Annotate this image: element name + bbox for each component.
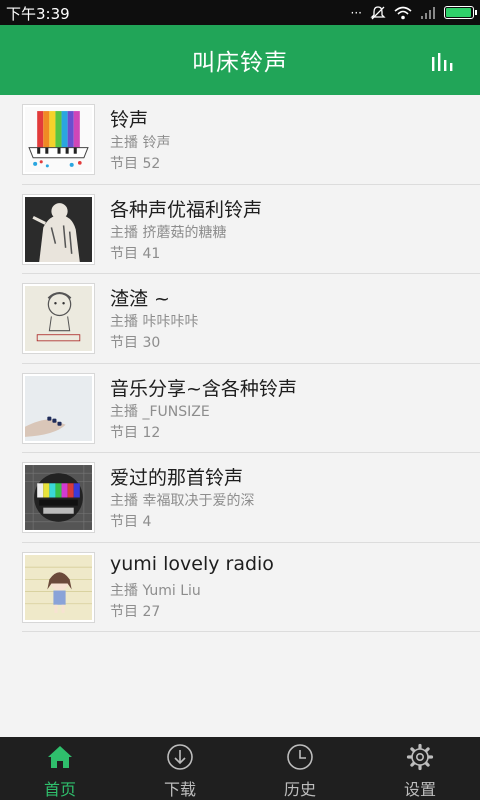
tab-label: 历史	[283, 780, 316, 799]
tv-test-pattern-art	[25, 465, 92, 530]
tab-history[interactable]: 历史	[240, 737, 360, 800]
gear-icon	[406, 743, 434, 771]
thumbnail	[22, 551, 95, 623]
anime-girl-art	[25, 554, 92, 620]
channel-title: 各种声优福利铃声	[110, 198, 263, 221]
download-icon	[167, 744, 193, 770]
channel-title: 铃声	[110, 109, 149, 131]
page-title: 叫床铃声	[192, 50, 288, 76]
tab-label: 设置	[403, 780, 436, 799]
channel-host: 主播 _FUNSIZE	[110, 403, 210, 420]
bottom-tab-bar: 首页 下载 历史 设置	[0, 737, 480, 800]
equalizer-icon[interactable]	[428, 49, 456, 73]
channel-count: 节目 4	[110, 514, 152, 530]
tab-download[interactable]: 下载	[120, 737, 240, 800]
home-icon	[48, 746, 72, 768]
list-item[interactable]: 铃声 主播 铃声 节目 52	[22, 95, 480, 185]
channel-title: yumi lovely radio	[110, 552, 274, 575]
thumbnail	[22, 104, 95, 175]
piano-keys-art	[25, 107, 92, 172]
channel-host: 主播 幸福取决于爱的深	[110, 493, 255, 509]
channel-list: 铃声 主播 铃声 节目 52 各种声优福利铃声 主播 挤蘑菇的糖糖 节目 41	[0, 95, 480, 632]
app-bar: 叫床铃声	[0, 25, 480, 95]
more-dots-icon: ···	[350, 5, 362, 20]
cartoon-sketch-art	[25, 286, 92, 351]
status-bar: 下午3:39 ···	[0, 0, 480, 25]
channel-host: 主播 铃声	[110, 135, 171, 151]
tab-label: 首页	[43, 780, 76, 799]
thumbnail	[22, 462, 95, 533]
channel-count: 节目 12	[110, 424, 161, 441]
channel-title: 爱过的那首铃声	[110, 467, 244, 489]
list-item[interactable]: 爱过的那首铃声 主播 幸福取决于爱的深 节目 4	[22, 453, 480, 543]
clock-icon	[287, 744, 313, 770]
channel-title: 渣渣 ~	[110, 288, 170, 310]
thumbnail	[22, 372, 95, 444]
thumbnail	[22, 283, 95, 354]
thumbnail	[22, 193, 95, 265]
tab-label: 下载	[163, 780, 196, 799]
channel-title: 音乐分享~含各种铃声	[110, 377, 297, 400]
channel-host: 主播 Yumi Liu	[110, 582, 201, 599]
battery-fill	[446, 8, 471, 17]
list-item[interactable]: yumi lovely radio 主播 Yumi Liu 节目 27	[22, 543, 480, 632]
channel-count: 节目 52	[110, 156, 161, 172]
signal-icon	[421, 6, 435, 19]
channel-count: 节目 27	[110, 603, 161, 620]
status-icons: ···	[350, 2, 477, 23]
tab-settings[interactable]: 设置	[360, 737, 480, 800]
hand-photo-art	[25, 375, 92, 441]
tab-home[interactable]: 首页	[0, 737, 120, 800]
channel-count: 节目 30	[110, 335, 161, 351]
anime-character-art	[25, 196, 92, 262]
channel-count: 节目 41	[110, 245, 161, 262]
list-item[interactable]: 渣渣 ~ 主播 咔咔咔咔 节目 30	[22, 274, 480, 364]
channel-host: 主播 咔咔咔咔	[110, 314, 199, 330]
channel-host: 主播 挤蘑菇的糖糖	[110, 224, 227, 241]
list-item[interactable]: 音乐分享~含各种铃声 主播 _FUNSIZE 节目 12	[22, 364, 480, 453]
battery-icon	[444, 6, 477, 19]
status-time: 下午3:39	[6, 5, 70, 23]
list-item[interactable]: 各种声优福利铃声 主播 挤蘑菇的糖糖 节目 41	[22, 185, 480, 274]
mute-icon	[370, 5, 386, 19]
wifi-icon	[394, 6, 412, 19]
